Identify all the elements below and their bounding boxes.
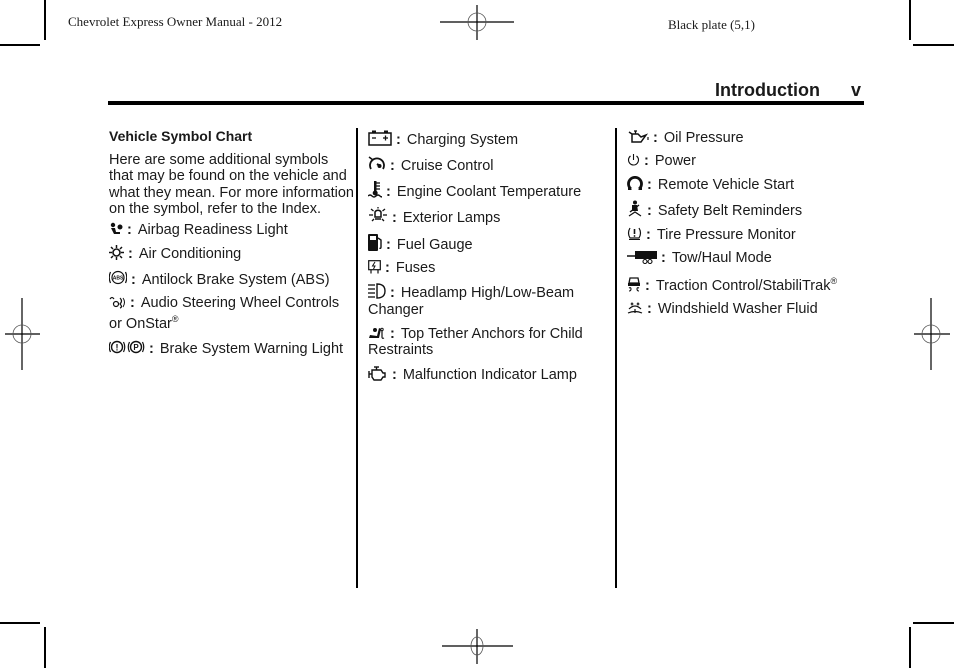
symbol-item: : Malfunction Indicator Lamp bbox=[368, 365, 608, 384]
svg-text:!: ! bbox=[116, 342, 119, 352]
symbol-label: Tow/Haul Mode bbox=[671, 250, 772, 266]
fuse-icon bbox=[368, 260, 381, 274]
oil-can-icon bbox=[627, 130, 649, 144]
exterior-lamps-icon bbox=[368, 207, 388, 224]
registration-mark-top bbox=[440, 5, 514, 40]
symbol-label: Oil Pressure bbox=[663, 130, 744, 146]
plate-label: Black plate (5,1) bbox=[668, 17, 755, 32]
symbol-item: : Fuses bbox=[368, 260, 608, 277]
symbol-label: Engine Coolant Temperature bbox=[396, 184, 582, 200]
section-heading: Vehicle Symbol Chart bbox=[109, 128, 253, 144]
symbol-item: : Tow/Haul Mode bbox=[627, 250, 867, 267]
brake-warning-icon: ! P bbox=[109, 339, 145, 355]
symbol-label: Windshield Washer Fluid bbox=[657, 300, 818, 317]
registration-mark-bottom bbox=[442, 629, 513, 664]
symbol-label: Fuses bbox=[395, 260, 436, 276]
registered-mark: ® bbox=[171, 314, 179, 324]
traction-control-icon bbox=[627, 276, 641, 292]
symbol-label: Air Conditioning bbox=[138, 245, 242, 262]
header-rule bbox=[108, 101, 864, 105]
symbol-item: : Exterior Lamps bbox=[368, 207, 608, 227]
symbol-item: : Charging System bbox=[368, 130, 608, 149]
power-icon bbox=[627, 153, 640, 167]
svg-text:ABS: ABS bbox=[113, 275, 124, 281]
svg-text:P: P bbox=[133, 343, 139, 352]
symbol-item: : Airbag Readiness Light bbox=[109, 222, 354, 239]
registration-mark-left bbox=[5, 298, 40, 370]
crop-mark bbox=[0, 44, 40, 46]
symbol-item: : Audio Steering Wheel Controls or OnStar… bbox=[109, 294, 340, 332]
column-divider bbox=[356, 128, 358, 588]
symbol-label: Fuel Gauge bbox=[396, 237, 473, 253]
symbol-label: Traction Control/StabiliTrak bbox=[655, 277, 831, 294]
symbol-label: Audio Steering Wheel Controls or OnStar bbox=[109, 294, 340, 332]
remote-start-icon bbox=[627, 176, 643, 191]
symbol-label: Airbag Readiness Light bbox=[137, 221, 288, 238]
registered-mark: ® bbox=[830, 276, 838, 286]
headlamp-beam-icon bbox=[368, 283, 386, 299]
crop-mark bbox=[909, 0, 911, 40]
symbol-item: : Tire Pressure Monitor bbox=[627, 226, 867, 244]
symbol-item: : Windshield Washer Fluid bbox=[627, 301, 867, 318]
tire-pressure-icon bbox=[627, 226, 642, 241]
symbol-item: : Remote Vehicle Start bbox=[627, 176, 867, 194]
column-1: Vehicle Symbol Chart Here are some addit… bbox=[109, 128, 354, 364]
symbol-item: : Fuel Gauge bbox=[368, 233, 608, 254]
symbol-item: ! P: Brake System Warning Light bbox=[109, 339, 354, 358]
air-conditioning-icon bbox=[109, 244, 124, 260]
airbag-icon bbox=[109, 222, 123, 236]
tow-haul-icon bbox=[627, 250, 657, 264]
symbol-label: Safety Belt Reminders bbox=[657, 203, 803, 219]
crop-mark bbox=[0, 622, 40, 624]
crop-mark bbox=[913, 622, 954, 624]
cruise-control-icon bbox=[368, 155, 386, 172]
section-title: Introduction bbox=[715, 80, 820, 100]
washer-fluid-icon bbox=[627, 301, 643, 315]
symbol-label: Tire Pressure Monitor bbox=[656, 227, 796, 243]
column-2: : Charging System : Cruise Control : Engine… bbox=[368, 130, 608, 390]
symbol-item: : Top Tether Anchors for Child Restraints bbox=[368, 325, 583, 359]
column-3: : Oil Pressure : Power : Remote Vehicle Sta… bbox=[627, 130, 867, 324]
symbol-item: : Traction Control/StabiliTrak® bbox=[627, 273, 867, 294]
symbol-label: Malfunction Indicator Lamp bbox=[402, 367, 577, 383]
symbol-item: : Safety Belt Reminders bbox=[627, 200, 867, 220]
symbol-item: ABS: Antilock Brake System (ABS) bbox=[109, 269, 354, 289]
column-divider bbox=[615, 128, 617, 588]
symbol-item: : Air Conditioning bbox=[109, 244, 354, 263]
symbol-label: Charging System bbox=[406, 132, 519, 148]
top-tether-icon bbox=[368, 325, 386, 340]
crop-mark bbox=[44, 627, 46, 668]
registration-mark-right bbox=[914, 298, 950, 370]
abs-icon: ABS bbox=[109, 269, 127, 286]
crop-mark bbox=[913, 44, 954, 46]
symbol-label: Antilock Brake System (ABS) bbox=[141, 271, 330, 288]
page-number: v bbox=[851, 80, 862, 100]
seatbelt-icon bbox=[627, 200, 643, 217]
symbol-label: Power bbox=[654, 153, 696, 169]
symbol-label: Cruise Control bbox=[400, 158, 494, 174]
symbol-item: : Engine Coolant Temperature bbox=[368, 181, 608, 201]
crop-mark bbox=[44, 0, 46, 40]
coolant-temperature-icon bbox=[368, 181, 382, 198]
symbol-label: Remote Vehicle Start bbox=[657, 177, 795, 193]
audio-steering-controls-icon bbox=[109, 295, 126, 309]
battery-icon bbox=[368, 130, 392, 146]
symbol-item: : Oil Pressure bbox=[627, 130, 867, 147]
engine-icon bbox=[368, 365, 388, 381]
symbol-item: : Headlamp High/Low-Beam Changer bbox=[368, 283, 575, 318]
symbol-item: : Power bbox=[627, 153, 867, 170]
symbol-label: Brake System Warning Light bbox=[159, 340, 344, 357]
symbol-item: : Cruise Control bbox=[368, 155, 608, 175]
fuel-gauge-icon bbox=[368, 233, 382, 251]
symbol-label: Top Tether Anchors for Child Restraints bbox=[368, 325, 583, 359]
symbol-label: Exterior Lamps bbox=[402, 210, 501, 226]
symbol-label: Headlamp High/Low-Beam Changer bbox=[368, 285, 575, 318]
intro-paragraph: Here are some additional symbols that ma… bbox=[109, 151, 354, 218]
crop-mark bbox=[909, 627, 911, 668]
manual-title: Chevrolet Express Owner Manual - 2012 bbox=[68, 14, 283, 29]
